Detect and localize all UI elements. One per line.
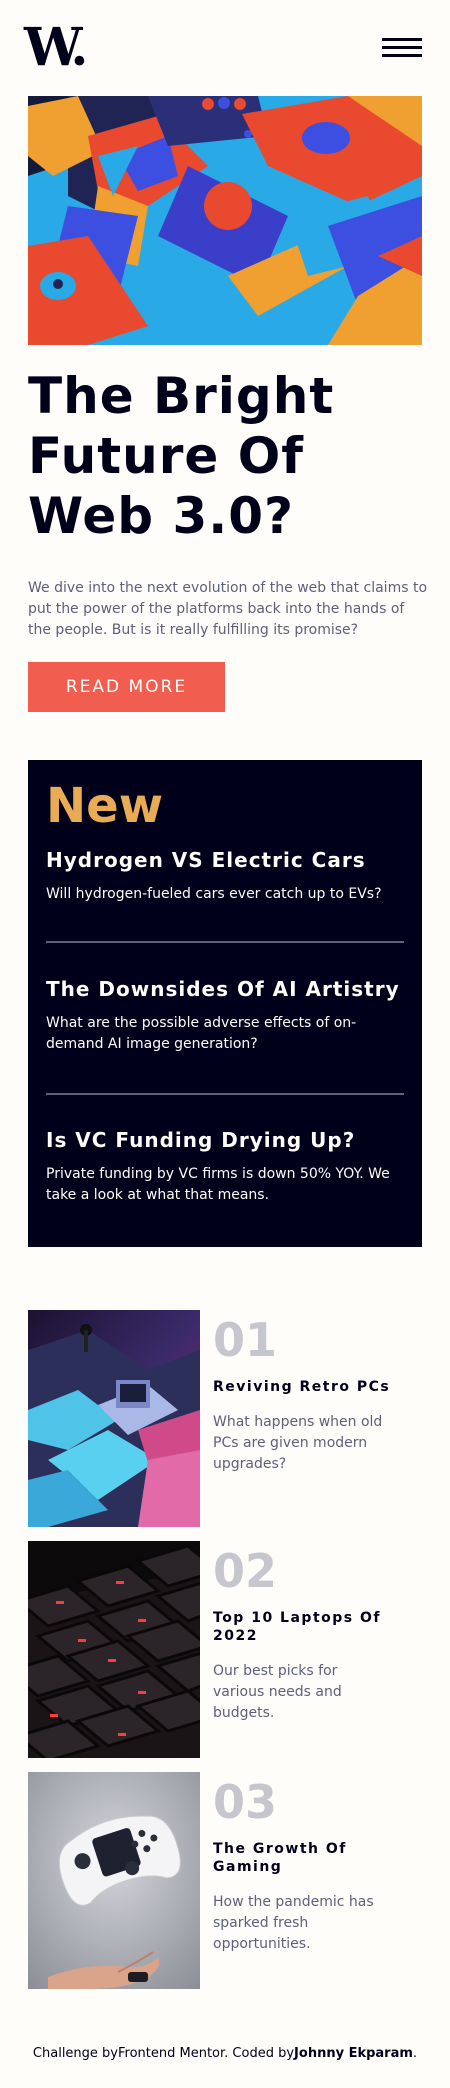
article-title[interactable]: Top 10 Laptops Of 2022 xyxy=(213,1609,393,1645)
article-description: Our best picks for various needs and bud… xyxy=(213,1663,342,1721)
gaming-controller-image[interactable] xyxy=(28,1772,200,1989)
new-item-title[interactable]: The Downsides Of AI Artistry xyxy=(46,975,406,1003)
new-item-description: Private funding by VC firms is down 50% … xyxy=(46,1166,390,1203)
divider xyxy=(46,941,404,943)
article-card: 03 The Growth Of Gaming How the pandemic… xyxy=(28,1772,422,1989)
article-number: 02 xyxy=(213,1544,278,1598)
divider xyxy=(46,1093,404,1095)
attribution-prefix: Challenge by xyxy=(32,2046,118,2061)
site-logo[interactable]: W. xyxy=(24,22,88,74)
new-item: The Downsides Of AI Artistry What are th… xyxy=(46,975,406,1055)
retro-pc-image[interactable] xyxy=(28,1310,200,1527)
author-link[interactable]: Johnny Ekparam xyxy=(294,2046,413,2061)
attribution-middle: . Coded by xyxy=(224,2046,295,2061)
article-card: 01 Reviving Retro PCs What happens when … xyxy=(28,1310,422,1527)
challenge-link[interactable]: Frontend Mentor xyxy=(118,2046,224,2061)
article-number: 03 xyxy=(213,1775,278,1829)
article-description: What happens when old PCs are given mode… xyxy=(213,1414,383,1472)
article-title[interactable]: The Growth Of Gaming xyxy=(213,1840,393,1876)
attribution-suffix: . xyxy=(412,2046,418,2061)
new-item: Hydrogen VS Electric Cars Will hydrogen-… xyxy=(46,846,406,905)
article-description: How the pandemic has sparked fresh oppor… xyxy=(213,1894,374,1952)
new-item-title[interactable]: Is VC Funding Drying Up? xyxy=(46,1126,406,1154)
attribution-footer: Challenge byFrontend Mentor. Coded byJoh… xyxy=(0,2044,450,2064)
new-articles-panel: New Hydrogen VS Electric Cars Will hydro… xyxy=(28,760,422,1247)
hero-title: The Bright Future Of Web 3.0? xyxy=(28,367,335,545)
hero-image xyxy=(28,96,422,345)
article-number: 01 xyxy=(213,1313,278,1367)
hamburger-menu-icon[interactable] xyxy=(382,38,422,58)
laptop-keyboard-image[interactable] xyxy=(28,1541,200,1758)
site-header: W. xyxy=(0,0,450,96)
hero-description: We dive into the next evolution of the w… xyxy=(28,580,428,638)
new-item-title[interactable]: Hydrogen VS Electric Cars xyxy=(46,846,406,874)
new-item-description: Will hydrogen-fueled cars ever catch up … xyxy=(46,886,382,902)
new-item: Is VC Funding Drying Up? Private funding… xyxy=(46,1126,406,1206)
new-item-description: What are the possible adverse effects of… xyxy=(46,1015,357,1052)
article-title[interactable]: Reviving Retro PCs xyxy=(213,1378,393,1396)
read-more-button[interactable]: Read more xyxy=(28,662,225,712)
new-heading: New xyxy=(46,778,164,834)
article-card: 02 Top 10 Laptops Of 2022 Our best picks… xyxy=(28,1541,422,1758)
